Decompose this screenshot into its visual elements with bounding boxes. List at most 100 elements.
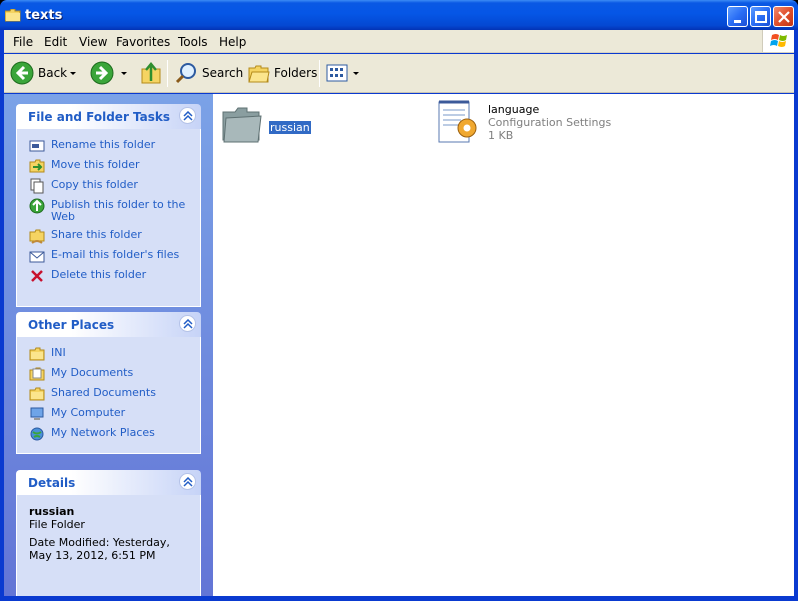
views-button[interactable] — [326, 60, 359, 86]
task-label: Move this folder — [51, 158, 140, 171]
panel-title: Details — [28, 476, 76, 490]
windows-logo-icon — [762, 30, 794, 52]
panel-body: Rename this folder Move this folder Copy… — [16, 129, 201, 307]
maximize-icon — [755, 11, 767, 23]
details-panel: Details russian File Folder Date Modifie… — [16, 470, 201, 597]
close-button[interactable] — [773, 6, 794, 27]
menu-tools[interactable]: Tools — [178, 35, 208, 49]
forward-button[interactable] — [90, 60, 114, 86]
toolbar: Back Search Folders — [4, 54, 794, 93]
toolbar-separator — [319, 60, 320, 87]
task-copy-folder[interactable]: Copy this folder — [17, 177, 200, 197]
task-label: Delete this folder — [51, 268, 147, 281]
task-label: E-mail this folder's files — [51, 248, 180, 261]
chevron-up-icon — [183, 111, 193, 121]
menu-file[interactable]: File — [13, 35, 33, 49]
other-places-panel: Other Places INI My Documents Shared Doc… — [16, 312, 201, 454]
place-ini[interactable]: INI — [17, 345, 200, 365]
menu-edit[interactable]: Edit — [44, 35, 67, 49]
rename-icon — [29, 140, 45, 152]
task-publish-web[interactable]: Publish this folder to the Web — [17, 197, 200, 227]
place-my-documents[interactable]: My Documents — [17, 365, 200, 385]
chevron-up-icon — [183, 477, 193, 487]
folders-button[interactable]: Folders — [248, 60, 317, 86]
network-places-icon — [30, 427, 44, 441]
place-label: Shared Documents — [51, 386, 156, 399]
place-label: My Computer — [51, 406, 126, 419]
detail-name: russian — [29, 505, 75, 518]
task-label: Rename this folder — [51, 138, 156, 151]
folder-icon — [29, 347, 45, 361]
task-pane: File and Folder Tasks Rename this folder… — [4, 94, 213, 597]
maximize-button[interactable] — [750, 6, 771, 27]
back-button[interactable]: Back — [10, 60, 67, 86]
panel-header[interactable]: Details — [16, 470, 201, 495]
task-move-folder[interactable]: Move this folder — [17, 157, 200, 177]
config-file-icon — [438, 100, 477, 143]
search-icon — [175, 63, 196, 84]
panel-header[interactable]: Other Places — [16, 312, 201, 337]
up-folder-button[interactable] — [140, 60, 162, 86]
panel-header[interactable]: File and Folder Tasks — [16, 104, 201, 129]
place-my-network-places[interactable]: My Network Places — [17, 425, 200, 445]
forward-history-dropdown[interactable] — [121, 60, 127, 86]
file-type: Configuration Settings — [488, 116, 612, 129]
task-delete-folder[interactable]: Delete this folder — [17, 267, 200, 287]
menu-help[interactable]: Help — [219, 35, 246, 49]
folders-label: Folders — [274, 66, 318, 80]
up-folder-icon — [141, 62, 161, 84]
minimize-icon — [734, 20, 741, 23]
collapse-button[interactable] — [179, 473, 196, 490]
forward-arrow-icon — [90, 61, 114, 85]
chevron-up-icon — [183, 319, 193, 329]
toolbar-separator — [167, 60, 168, 87]
folder-icon — [222, 107, 262, 143]
menu-view[interactable]: View — [79, 35, 107, 49]
detail-date-modified: Date Modified: Yesterday, May 13, 2012, … — [29, 536, 170, 562]
file-name[interactable]: russian — [268, 120, 312, 135]
publish-web-icon — [29, 198, 45, 214]
title-bar[interactable]: texts — [0, 0, 798, 30]
explorer-window: texts File Edit View Favorites Tools Hel… — [0, 0, 798, 601]
file-name[interactable]: language — [488, 103, 611, 116]
my-computer-icon — [30, 407, 44, 420]
task-label: Copy this folder — [51, 178, 138, 191]
views-icon — [326, 64, 348, 82]
task-email-files[interactable]: E-mail this folder's files — [17, 247, 200, 267]
folders-icon — [248, 65, 270, 83]
menu-favorites[interactable]: Favorites — [116, 35, 170, 49]
task-label: Share this folder — [51, 228, 142, 241]
panel-title: Other Places — [28, 318, 115, 332]
back-label: Back — [38, 66, 68, 80]
task-share-folder[interactable]: Share this folder — [17, 227, 200, 247]
task-rename-folder[interactable]: Rename this folder — [17, 137, 200, 157]
panel-body: russian File Folder Date Modified: Yeste… — [16, 495, 201, 597]
collapse-button[interactable] — [179, 315, 196, 332]
close-icon — [778, 11, 790, 23]
search-button[interactable]: Search — [174, 60, 243, 86]
menu-bar: File Edit View Favorites Tools Help — [4, 30, 794, 53]
minimize-button[interactable] — [727, 6, 748, 27]
place-label: My Network Places — [51, 426, 155, 439]
collapse-button[interactable] — [179, 107, 196, 124]
back-arrow-icon — [10, 61, 34, 85]
share-icon — [29, 229, 45, 244]
task-label: Publish this folder to the Web — [51, 198, 186, 223]
file-details: language Configuration Settings 1 KB — [488, 103, 611, 142]
window-title: texts — [25, 8, 63, 23]
file-list-view[interactable]: russian language Configuration Settings … — [213, 94, 794, 596]
delete-icon — [31, 270, 43, 282]
place-label: My Documents — [51, 366, 134, 379]
chevron-down-icon — [121, 71, 127, 75]
place-shared-documents[interactable]: Shared Documents — [17, 385, 200, 405]
move-icon — [29, 159, 45, 173]
copy-icon — [30, 178, 44, 194]
place-my-computer[interactable]: My Computer — [17, 405, 200, 425]
detail-type: File Folder — [29, 518, 85, 531]
chevron-down-icon — [70, 71, 76, 75]
panel-title: File and Folder Tasks — [28, 110, 171, 124]
folder-icon — [29, 387, 45, 401]
chevron-down-icon — [353, 71, 359, 75]
back-history-dropdown[interactable] — [70, 60, 76, 86]
file-folder-tasks-panel: File and Folder Tasks Rename this folder… — [16, 104, 201, 307]
